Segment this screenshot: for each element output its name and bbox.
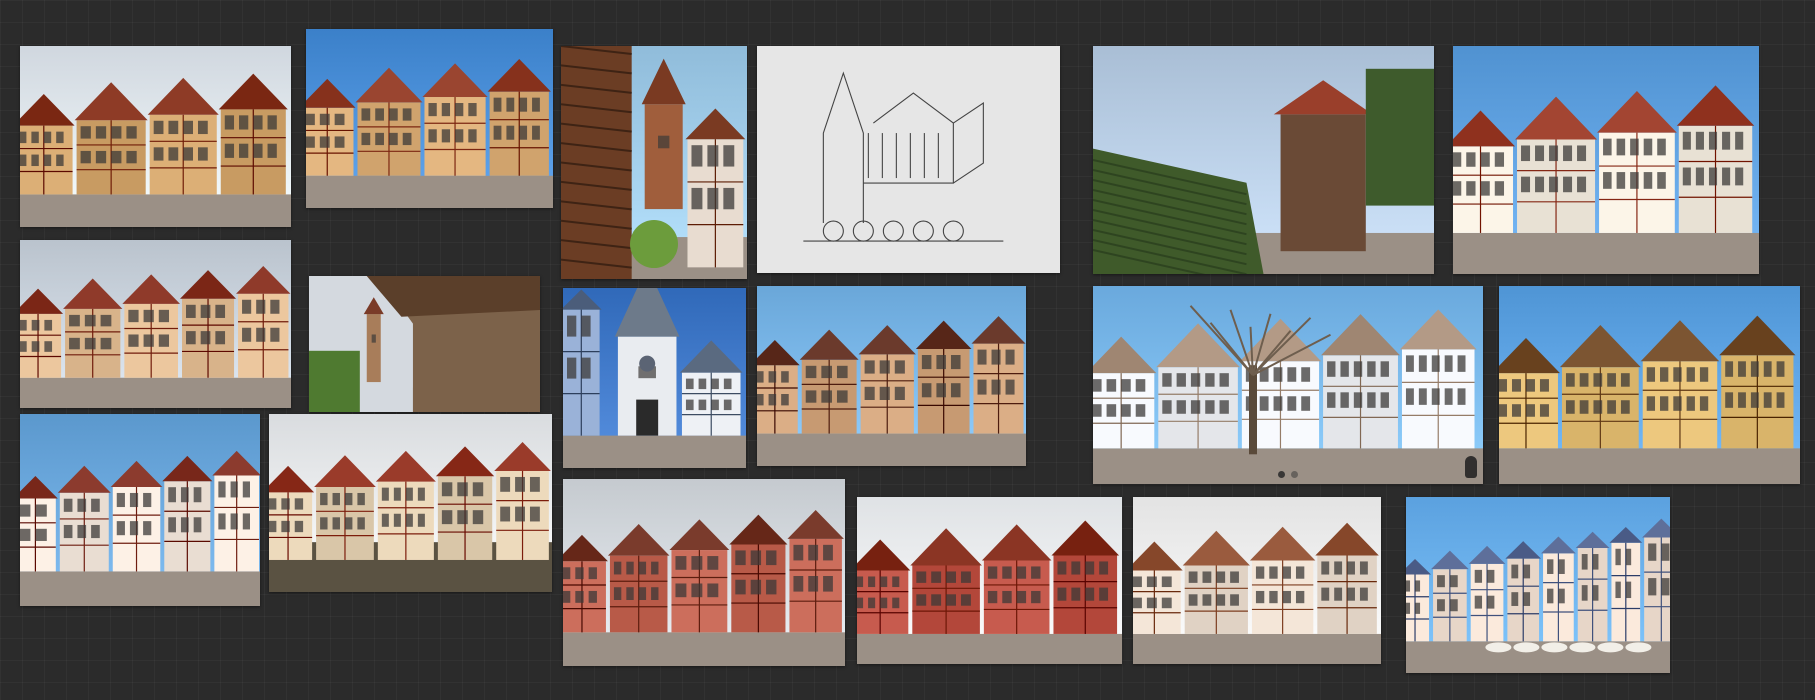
image-castle-pencil-sketch[interactable] xyxy=(757,46,1060,273)
image-content xyxy=(20,240,291,408)
image-content xyxy=(1093,286,1483,484)
image-yellow-timber-street[interactable] xyxy=(1499,286,1800,484)
image-town-hall-square[interactable] xyxy=(757,286,1026,466)
image-content xyxy=(857,497,1122,664)
image-esslingen-old-town-hall[interactable] xyxy=(563,479,845,666)
image-rothenburg-plonlein-blue-sky[interactable] xyxy=(306,29,553,208)
image-wall-walk-tower[interactable] xyxy=(561,46,747,279)
image-content xyxy=(1406,497,1670,673)
image-content xyxy=(563,479,845,666)
image-gate-tower-clock[interactable] xyxy=(563,288,746,468)
image-content xyxy=(269,414,552,592)
image-content xyxy=(20,414,260,606)
image-content xyxy=(757,46,1060,273)
image-content xyxy=(1133,497,1381,664)
image-content xyxy=(1453,46,1759,274)
image-half-timbered-street-close[interactable] xyxy=(1453,46,1759,274)
street-view-dot[interactable] xyxy=(1291,471,1298,478)
image-castle-vineyard-hill[interactable] xyxy=(1093,46,1434,274)
street-view-dots[interactable] xyxy=(1278,471,1298,478)
moodboard-canvas[interactable] xyxy=(0,0,1815,700)
image-content xyxy=(306,29,553,208)
image-river-canal-houses[interactable] xyxy=(269,414,552,592)
image-alley-stone-arch[interactable] xyxy=(1133,497,1381,664)
image-content xyxy=(20,46,291,227)
image-content xyxy=(1093,46,1434,274)
image-covered-wall-walk[interactable] xyxy=(309,276,540,412)
image-content xyxy=(309,276,540,412)
image-market-square-half-timbered[interactable] xyxy=(20,240,291,408)
street-view-dot[interactable] xyxy=(1278,471,1285,478)
image-content xyxy=(561,46,747,279)
pegman-icon[interactable] xyxy=(1465,456,1477,478)
image-rothenburg-plonlein-wide[interactable] xyxy=(20,46,291,227)
image-red-timber-lane[interactable] xyxy=(857,497,1122,664)
image-corner-house-green[interactable] xyxy=(20,414,260,606)
image-content xyxy=(563,288,746,468)
image-content xyxy=(1499,286,1800,484)
image-content xyxy=(757,286,1026,466)
image-colourful-market-row[interactable] xyxy=(1406,497,1670,673)
image-panorama-square-tree[interactable] xyxy=(1093,286,1483,484)
